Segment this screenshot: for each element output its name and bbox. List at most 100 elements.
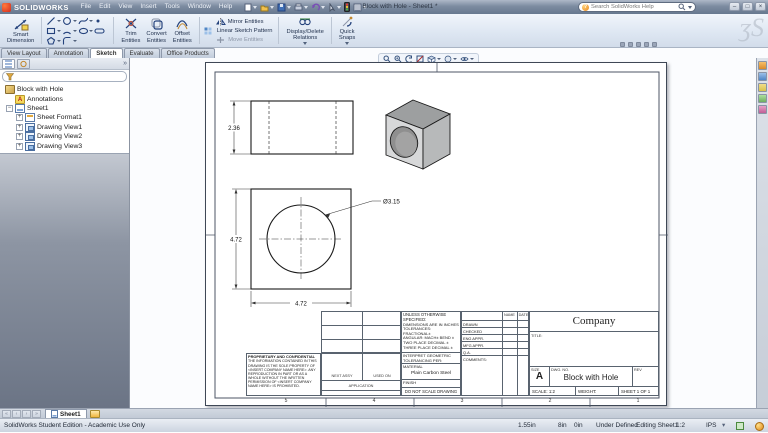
new-document-button[interactable] [244,3,257,12]
chevron-down-icon[interactable] [453,58,457,60]
dim-front-height[interactable]: 4.72 [230,237,242,243]
company-block: Company TITLE: SIZE A DWG. NO. Block wit… [529,311,659,396]
expand-expander[interactable]: + [16,133,23,140]
first-sheet-button[interactable]: « [2,410,11,418]
chevron-down-icon[interactable] [470,58,474,60]
drawing-view-front[interactable]: 4.72 4.72 Ø3.15 [225,189,400,307]
menu-help[interactable]: Help [215,0,236,14]
dim-hole-diameter[interactable]: Ø3.15 [383,199,400,206]
prev-sheet-button[interactable]: ‹ [12,410,21,418]
tree-item-drawing-view1[interactable]: + Drawing View1 [2,123,129,132]
chevron-down-icon[interactable] [287,6,291,9]
tree-item-sheet-format1[interactable]: + Sheet Format1 [2,113,129,122]
property-manager-tab[interactable] [17,59,30,69]
tree-item-drawing-view3[interactable]: + Drawing View3 [2,141,129,150]
feature-manager-tab[interactable] [2,59,15,69]
tree-item-annotations[interactable]: A Annotations [2,94,129,103]
spline-tool[interactable] [78,16,93,26]
zone-label: 5 [281,398,291,404]
sheet-icon [15,104,25,113]
save-button[interactable] [277,3,291,12]
chevron-down-icon[interactable] [253,6,257,9]
drawing-sheet[interactable]: 2.36 4.72 4.72 [205,62,667,406]
move-entities-button[interactable]: Move Entities [215,36,263,44]
smart-dimension-button[interactable]: Smart Dimension [4,17,37,45]
chevron-down-icon[interactable] [303,42,307,45]
chevron-down-icon[interactable] [437,58,441,60]
drawing-view-top[interactable]: 2.36 [223,101,353,154]
tree-item-drawing-view2[interactable]: + Drawing View2 [2,132,129,141]
tab-evaluate[interactable]: Evaluate [124,48,160,58]
add-sheet-button[interactable] [90,410,100,418]
command-tabs: View Layout Annotation Sketch Evaluate O… [0,48,186,58]
menu-view[interactable]: View [114,0,136,14]
chevron-down-icon[interactable] [688,6,692,9]
mini-icon[interactable] [644,42,649,47]
polygon-tool[interactable] [46,36,61,46]
units-chevron-icon[interactable]: ▾ [722,419,725,433]
trim-label2: Entities [121,38,140,44]
expand-expander[interactable]: + [16,114,23,121]
open-document-button[interactable] [260,3,274,12]
view-palette-icon[interactable] [758,94,767,103]
rectangle-tool[interactable] [46,26,61,36]
display-delete-relations-button[interactable]: Display/Delete Relations [283,16,326,46]
expand-expander[interactable]: + [16,124,23,131]
circle-tool[interactable] [62,16,77,26]
arc-tool[interactable] [62,26,77,36]
units-selector[interactable]: IPS [706,419,716,433]
mirror-entities-button[interactable]: Mirror Entities [215,18,264,26]
appearances-icon[interactable] [758,105,767,114]
linear-sketch-pattern-button[interactable]: Linear Sketch Pattern [204,27,275,35]
sheet-properties-icon[interactable] [736,422,744,430]
menu-edit[interactable]: Edit [95,0,114,14]
tree-item-part[interactable]: Block with Hole [2,85,129,94]
chevron-down-icon[interactable] [345,42,349,45]
restore-button[interactable]: □ [742,2,753,11]
point-tool[interactable] [94,16,109,26]
collapse-expander[interactable]: − [6,105,13,112]
design-library-icon[interactable] [758,72,767,81]
search-icon[interactable] [678,3,686,11]
menu-file[interactable]: File [77,0,95,14]
convert-entities-button[interactable]: Convert Entities [143,17,169,44]
menu-window[interactable]: Window [184,0,215,14]
mini-icon[interactable] [636,42,641,47]
panel-expand-chevron[interactable]: » [123,60,127,67]
offset-entities-button[interactable]: Offset Entities [170,17,195,44]
dim-front-width[interactable]: 4.72 [295,301,307,307]
dim-top-height[interactable]: 2.36 [228,126,240,132]
line-tool[interactable] [46,16,61,26]
last-sheet-button[interactable]: » [32,410,41,418]
close-button[interactable]: × [755,2,766,11]
tab-view-layout[interactable]: View Layout [1,48,47,58]
material-label: MATERIAL [403,365,459,370]
quick-tips-icon[interactable] [755,422,764,431]
mini-icon[interactable] [652,42,657,47]
quick-snaps-button[interactable]: Quick Snaps [336,16,358,46]
minimize-button[interactable]: – [729,2,740,11]
tab-office-products[interactable]: Office Products [161,48,215,58]
mini-icon[interactable] [628,42,633,47]
trim-entities-button[interactable]: Trim Entities [118,17,143,44]
fillet-tool[interactable] [62,36,77,46]
chevron-down-icon[interactable] [270,6,274,9]
drawing-view-isometric[interactable] [386,100,450,169]
ellipse-tool[interactable] [78,26,93,36]
menu-insert[interactable]: Insert [136,0,160,14]
sheet1-tab[interactable]: Sheet1 [45,409,87,418]
mini-icon[interactable] [620,42,625,47]
solidworks-resources-icon[interactable] [758,61,767,70]
tree-item-sheet1[interactable]: − Sheet1 [2,104,129,113]
tab-sketch[interactable]: Sketch [90,48,122,58]
expand-expander[interactable]: + [16,143,23,150]
tab-annotation[interactable]: Annotation [48,48,90,58]
menu-tools[interactable]: Tools [161,0,184,14]
next-sheet-button[interactable]: › [22,410,31,418]
file-explorer-icon[interactable] [758,83,767,92]
tree-filter-input[interactable] [2,71,127,82]
slot-tool[interactable] [94,26,109,36]
graphics-area[interactable]: 2.36 4.72 4.72 [130,48,768,408]
used-on-label: USED ON [362,374,402,378]
search-input[interactable]: ? Search SolidWorks Help [578,2,696,12]
